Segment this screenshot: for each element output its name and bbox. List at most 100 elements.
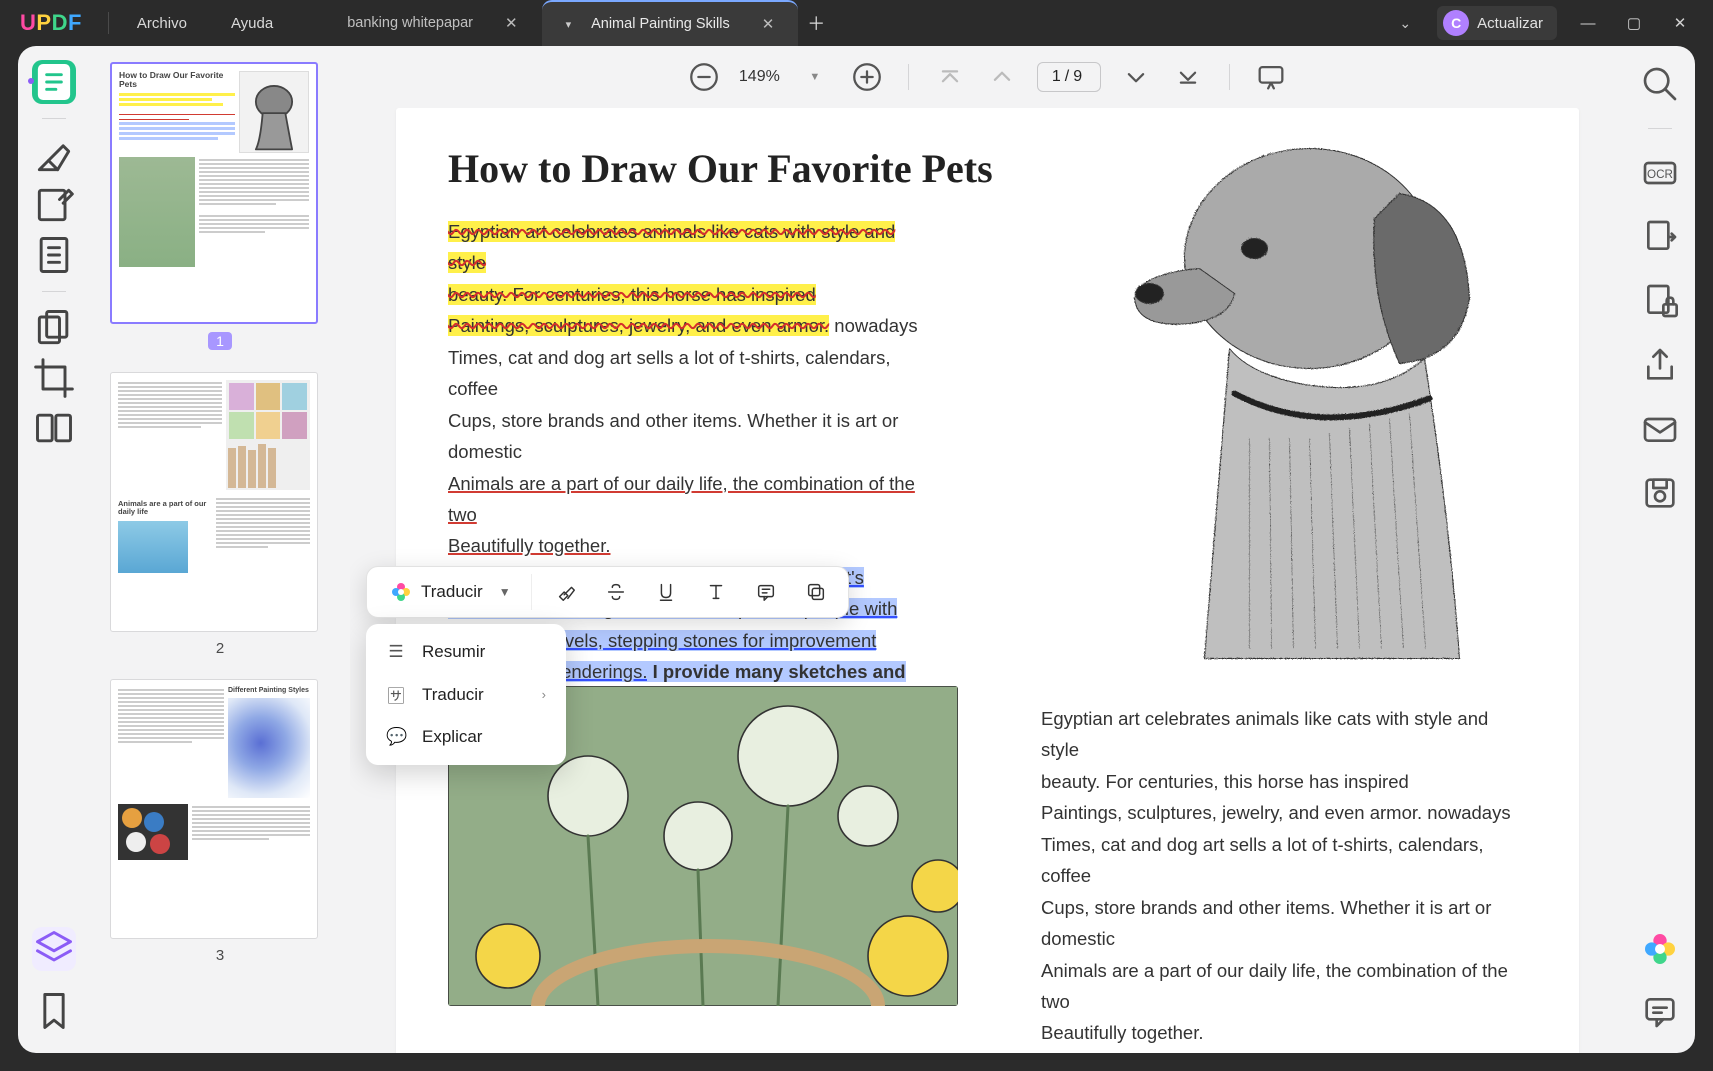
dog-sketch-image [1099,108,1529,673]
explain-icon: 💬 [386,727,406,747]
thumbnail-page-1[interactable]: How to Draw Our Favorite Pets [110,62,318,324]
layers-button[interactable] [32,927,76,971]
close-window-icon[interactable]: ✕ [1665,14,1695,32]
search-icon [1640,64,1680,104]
menu-translate[interactable]: 🈂 Traducir › [366,672,566,717]
ocr-button[interactable]: OCR [1640,153,1680,193]
separator [1229,64,1230,90]
lock-page-icon [1640,281,1680,321]
svg-text:OCR: OCR [1647,168,1673,181]
ai-assistant-button[interactable] [1640,929,1680,969]
ai-menu: ☰ Resumir 🈂 Traducir › 💬 Explicar [366,624,566,765]
tab-title: banking whitepapar [347,15,473,31]
thumb-title: Animals are a part of our daily life [118,500,212,517]
thumbnail-page-2[interactable]: Animals are a part of our daily life [110,372,318,632]
comment-button[interactable] [744,573,788,611]
thumb-title: How to Draw Our Favorite Pets [119,71,235,90]
organize-pages-button[interactable] [32,306,76,350]
thumbnail-panel: How to Draw Our Favorite Pets [90,46,350,1053]
upgrade-label: Actualizar [1477,15,1543,32]
tab-strip: banking whitepapar ✕ Animal Painting Ski… [323,0,834,46]
zoom-dropdown[interactable]: ▼ [798,60,832,94]
menu-summarize[interactable]: ☰ Resumir [366,632,566,672]
strikethrough-button[interactable] [594,573,638,611]
highlight-button[interactable] [544,573,588,611]
text-line: Paintings, sculptures, jewelry, and even… [1041,802,1511,823]
pages-icon [32,306,76,350]
document-toolbar: 149% ▼ 1/9 [350,46,1625,108]
right-column-text[interactable]: Egyptian art celebrates animals like cat… [1041,703,1521,1053]
ai-dropdown-button[interactable]: ▼ [491,581,519,603]
avatar: C [1443,10,1469,36]
minimize-icon[interactable]: — [1573,15,1603,32]
text-line: Egyptian art celebrates animals like cat… [1041,708,1488,760]
plus-icon [850,60,884,94]
prev-page-button[interactable] [985,60,1019,94]
zoom-out-button[interactable] [687,60,721,94]
share-icon [1640,345,1680,385]
first-page-button[interactable] [933,60,967,94]
menu-help[interactable]: Ayuda [209,15,295,32]
save-as-button[interactable] [1640,473,1680,513]
copy-button[interactable] [794,573,838,611]
upgrade-button[interactable]: C Actualizar [1437,6,1557,40]
highlighter-icon [32,133,76,177]
highlight-tool-button[interactable] [32,133,76,177]
search-button[interactable] [1640,64,1680,104]
first-page-icon [933,60,967,94]
compare-button[interactable] [32,406,76,450]
page-indicator[interactable]: 1/9 [1037,62,1101,92]
selection-toolbar: Traducir ▼ [366,566,849,618]
reader-mode-button[interactable] [32,60,76,104]
underline-button[interactable] [644,573,688,611]
protect-button[interactable] [1640,281,1680,321]
list-icon: ☰ [386,642,406,662]
zoom-in-button[interactable] [850,60,884,94]
app-logo: UPDF [0,10,102,36]
text-style-button[interactable] [694,573,738,611]
menu-explain[interactable]: 💬 Explicar [366,717,566,757]
close-icon[interactable]: ✕ [505,14,518,32]
text-line: nowadays [829,315,917,336]
next-page-button[interactable] [1119,60,1153,94]
thumbnail-page-3[interactable]: Different Painting Styles [110,679,318,939]
comments-panel-button[interactable] [1640,991,1680,1031]
right-rail: OCR [1625,46,1695,1053]
document-canvas[interactable]: How to Draw Our Favorite Pets Egyptian a… [350,108,1625,1053]
text-line: Times, cat and dog art sells a lot of t-… [1041,834,1483,886]
page-edit-button[interactable] [32,233,76,277]
share-button[interactable] [1640,345,1680,385]
last-page-button[interactable] [1171,60,1205,94]
highlighter-icon [555,581,577,603]
tab-banking[interactable]: banking whitepapar ✕ [323,0,541,46]
presentation-button[interactable] [1254,60,1288,94]
chevron-down-icon[interactable]: ⌄ [1389,15,1421,32]
menu-file[interactable]: Archivo [115,15,209,32]
convert-button[interactable] [1640,217,1680,257]
close-icon[interactable]: ✕ [762,15,775,33]
ocr-icon: OCR [1640,153,1680,193]
minus-icon [687,60,721,94]
text-line: Beautifully together. [448,535,611,556]
edit-text-button[interactable] [32,183,76,227]
text-line: Cups, store brands and other items. Whet… [1041,897,1491,949]
bookmark-button[interactable] [32,989,76,1033]
tab-title: Animal Painting Skills [591,16,730,32]
text-line: Egyptian art celebrates animals like cat… [448,221,895,273]
comment-icon [755,581,777,603]
ai-action[interactable]: Traducir ▼ [377,574,532,610]
crop-button[interactable] [32,356,76,400]
text-icon [705,581,727,603]
maximize-icon[interactable]: ▢ [1619,14,1649,32]
text-line: beauty. For centuries, this horse has in… [1041,771,1409,792]
thumb-label-3: 3 [110,947,330,964]
email-button[interactable] [1640,409,1680,449]
ai-label: Traducir [421,582,483,602]
add-tab-button[interactable]: ＋ [798,0,834,46]
last-page-icon [1171,60,1205,94]
page-icon [32,233,76,277]
text-line: Beautifully together. [1041,1022,1204,1043]
bookmark-icon [32,989,76,1033]
page-sep: / [1065,68,1073,85]
tab-animal-painting[interactable]: Animal Painting Skills ✕ [542,0,799,46]
